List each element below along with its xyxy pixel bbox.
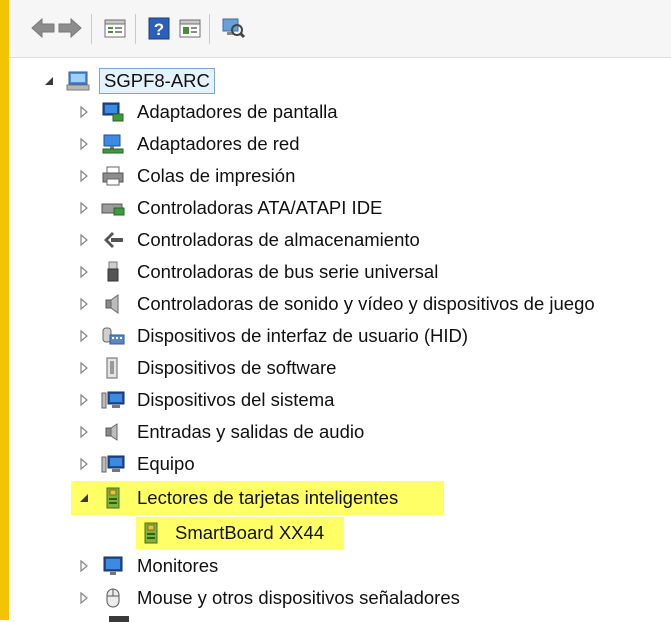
tree-root[interactable]: SGPF8-ARC [42,65,215,97]
back-button[interactable] [30,15,56,43]
toolbar-separator [135,14,136,44]
smart-card-reader-icon [101,487,125,509]
tree-item-controladoras-de-almacenamiento[interactable]: Controladoras de almacenamiento [77,224,423,256]
tree-item-lectores-de-tarjetas-inteligentes[interactable]: Lectores de tarjetas inteligentes [71,481,444,515]
ide-controller-icon [101,197,125,219]
tree-item-label: Equipo [137,453,195,474]
forward-button[interactable] [57,15,83,43]
usb-icon [101,261,125,283]
help-button[interactable]: ? [146,15,172,43]
expand-arrow-icon[interactable] [77,329,91,343]
svg-text:?: ? [154,20,164,39]
tree-item-label: Dispositivos del sistema [137,389,335,410]
speaker-icon [101,293,125,315]
tree-item-controladoras-de-bus-serie-universal[interactable]: Controladoras de bus serie universal [77,256,441,288]
toolbar: ? [9,0,671,58]
display-adapter-icon [101,101,125,123]
tree-item-dispositivos-hid[interactable]: Dispositivos de interfaz de usuario (HID… [77,320,471,352]
tree-item-entradas-y-salidas-de-audio[interactable]: Entradas y salidas de audio [77,416,367,448]
tree-item-label: Controladoras de almacenamiento [137,229,420,250]
tree-item-adaptadores-de-pantalla[interactable]: Adaptadores de pantalla [77,96,341,128]
expand-arrow-icon[interactable] [77,265,91,279]
mouse-icon [101,587,125,609]
expand-arrow-icon[interactable] [77,361,91,375]
expand-arrow-icon[interactable] [77,393,91,407]
storage-controller-icon [101,229,125,251]
tree-item-monitores[interactable]: Monitores [77,550,221,582]
software-device-icon [101,357,125,379]
network-adapter-icon [101,133,125,155]
hid-icon [101,325,125,347]
collapse-arrow-icon[interactable] [77,491,91,505]
expand-arrow-icon[interactable] [77,457,91,471]
tree-item-label: Mouse y otros dispositivos señaladores [137,587,460,608]
tree-item-label: Lectores de tarjetas inteligentes [137,487,399,508]
tree-item-controladoras-ata-atapi-ide[interactable]: Controladoras ATA/ATAPI IDE [77,192,385,224]
expand-arrow-icon[interactable] [77,233,91,247]
smart-card-reader-icon [139,522,163,544]
tree-item-label: Dispositivos de interfaz de usuario (HID… [137,325,469,346]
properties-icon [104,19,126,38]
tree-item-label: SmartBoard XX44 [175,522,325,543]
tree-item-dispositivos-del-sistema[interactable]: Dispositivos del sistema [77,384,337,416]
window-left-edge [0,0,9,620]
tree-item-label: Controladoras de sonido y vídeo y dispos… [137,293,595,314]
arrow-left-icon [31,17,55,39]
view-button[interactable] [177,15,203,43]
computer-icon [66,70,90,92]
help-icon: ? [148,17,170,40]
device-tree: SGPF8-ARC Adaptadores de pantalla Adapta… [9,58,671,622]
tree-item-label: Colas de impresión [137,165,296,186]
toolbar-separator [209,14,210,44]
tree-item-label: Dispositivos de software [137,357,337,378]
tree-item-label: Monitores [137,555,219,576]
tree-item-adaptadores-de-red[interactable]: Adaptadores de red [77,128,303,160]
tree-item-controladoras-de-sonido[interactable]: Controladoras de sonido y vídeo y dispos… [77,288,598,320]
expand-arrow-icon[interactable] [77,137,91,151]
tree-item-label: Controladoras ATA/ATAPI IDE [137,197,383,218]
tree-item-equipo[interactable]: Equipo [77,448,198,480]
expand-arrow-icon[interactable] [77,591,91,605]
computer-icon [101,453,125,475]
expand-arrow-icon[interactable] [77,201,91,215]
expand-arrow-icon[interactable] [77,105,91,119]
tree-item-label: Adaptadores de red [137,133,300,154]
toolbar-separator [91,14,92,44]
tree-item-dispositivos-de-software[interactable]: Dispositivos de software [77,352,339,384]
printer-icon [101,165,125,187]
tree-item-label: Controladoras de bus serie universal [137,261,439,282]
audio-io-icon [101,421,125,443]
properties-button[interactable] [102,15,128,43]
collapse-arrow-icon[interactable] [42,74,56,88]
tree-item-label: Adaptadores de pantalla [137,101,338,122]
tree-item-mouse-y-otros-dispositivos[interactable]: Mouse y otros dispositivos señaladores [77,582,463,614]
expand-arrow-icon[interactable] [77,559,91,573]
tree-item-colas-de-impresion[interactable]: Colas de impresión [77,160,298,192]
system-device-icon [101,389,125,411]
scan-hardware-button[interactable] [220,15,246,43]
view-icon [179,19,201,38]
expand-arrow-icon[interactable] [77,425,91,439]
monitor-icon [101,555,125,577]
tree-root-label: SGPF8-ARC [99,68,215,94]
scan-hardware-icon [222,18,246,39]
tree-item-smartboard-xx44[interactable]: SmartBoard XX44 [136,517,344,549]
expand-arrow-icon[interactable] [77,297,91,311]
arrow-right-icon [58,17,82,39]
tree-item-label: Entradas y salidas de audio [137,421,365,442]
partial-row-icon [109,616,129,622]
expand-arrow-icon[interactable] [77,169,91,183]
